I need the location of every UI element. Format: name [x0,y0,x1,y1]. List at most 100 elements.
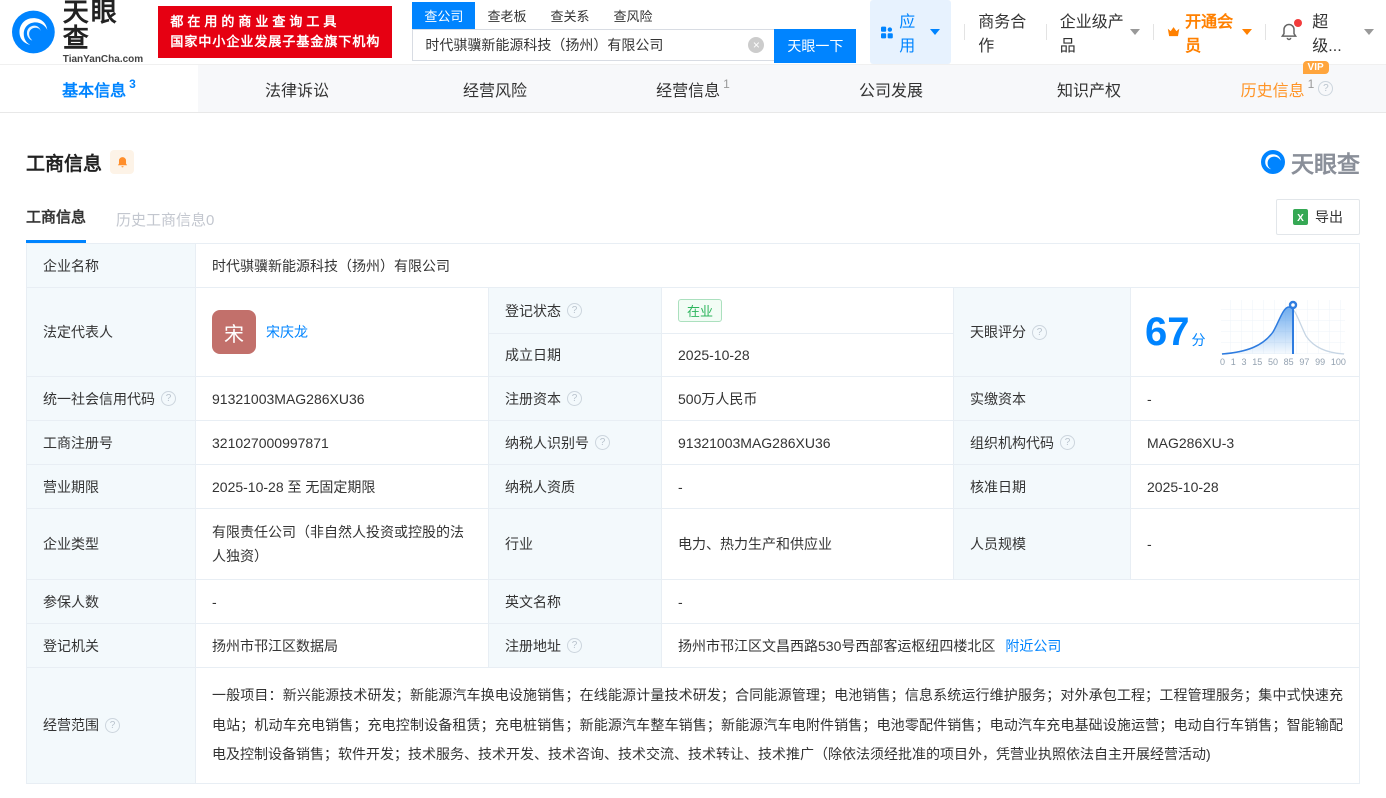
tab-count: 1 [723,77,730,91]
tianyancha-logo[interactable]: 天眼查 TianYanCha.com [12,0,144,65]
search-input[interactable] [412,29,774,61]
reg-status-value: 在业 [662,288,953,333]
table-row: 参保人数 - 英文名称 - [27,580,1359,624]
open-vip-menu[interactable]: 开通会员 [1167,8,1252,56]
help-icon[interactable]: ? [567,391,582,406]
business-cooperation-link[interactable]: 商务合作 [978,8,1033,56]
crown-icon [1167,25,1180,39]
main-content: 工商信息 天眼查 工商信息 历史工商信息0 X 导出 [0,145,1386,784]
tab-label: 历史信息 [1241,77,1305,101]
subtab-history-business-info[interactable]: 历史工商信息0 [116,209,214,243]
address-text: 扬州市邗江区文昌西路530号西部客运枢纽四楼北区 [678,636,995,656]
notification-dot [1294,19,1302,27]
nearby-companies-link[interactable]: 附近公司 [1005,636,1061,656]
company-name-value: 时代骐骥新能源科技（扬州）有限公司 [196,244,1359,287]
subtab-business-info[interactable]: 工商信息 [26,206,86,243]
tab-operating-risk[interactable]: 经营风险 [396,65,594,112]
section-title: 工商信息 [26,149,102,176]
table-row: 营业期限 2025-10-28 至 无固定期限 纳税人资质 - 核准日期 202… [27,465,1359,509]
tab-label: 法律诉讼 [265,77,329,101]
credit-code-label: 统一社会信用代码 ? [27,377,196,420]
divider [1046,24,1047,40]
caret-down-icon[interactable] [1364,29,1374,35]
subscribe-bell-button[interactable] [110,150,134,174]
label-text: 注册地址 [505,636,561,656]
approval-date-value: 2025-10-28 [1131,465,1359,508]
help-icon[interactable]: ? [595,435,610,450]
reg-authority-label: 登记机关 [27,624,196,667]
svg-text:X: X [1297,213,1304,224]
org-code-value: MAG286XU-3 [1131,421,1359,464]
banner-line1: 都在用的商业查询工具 [170,12,380,32]
clear-search-icon[interactable]: × [748,37,764,53]
super-vip-label: 超级... [1312,8,1351,56]
help-icon[interactable]: ? [1318,81,1333,96]
search-tab-relation[interactable]: 查关系 [538,2,601,29]
table-row: 企业名称 时代骐骥新能源科技（扬州）有限公司 [27,244,1359,288]
search-button[interactable]: 天眼一下 [774,29,856,63]
logo-text-en: TianYanCha.com [63,54,145,65]
enterprise-products-menu[interactable]: 企业级产品 [1060,8,1140,56]
search-tabs: 查公司 查老板 查关系 查风险 [412,2,856,29]
divider [1153,24,1154,40]
notifications-bell[interactable] [1279,22,1299,42]
profile-tab-bar: 基本信息 3 法律诉讼 经营风险 经营信息 1 公司发展 知识产权 历史信息 V… [0,64,1386,113]
taxpayer-id-value: 91321003MAG286XU36 [662,421,954,464]
tab-legal-litigation[interactable]: 法律诉讼 [198,65,396,112]
credit-code-value: 91321003MAG286XU36 [196,377,489,420]
tab-operating-info[interactable]: 经营信息 1 [594,65,792,112]
tab-intellectual-property[interactable]: 知识产权 [990,65,1188,112]
company-name-label: 企业名称 [27,244,196,287]
watermark-text: 天眼查 [1291,145,1360,179]
business-term-value: 2025-10-28 至 无固定期限 [196,465,489,508]
establish-date-value: 2025-10-28 [662,334,953,376]
vip-label: 开通会员 [1185,8,1237,56]
company-type-label: 企业类型 [27,509,196,579]
table-row: 经营范围 ? 一般项目：新兴能源技术研发；新能源汽车换电设施销售；在线能源计量技… [27,668,1359,783]
search-tab-boss[interactable]: 查老板 [475,2,538,29]
company-type-value: 有限责任公司（非自然人投资或控股的法人独资） [196,509,489,579]
tab-company-development[interactable]: 公司发展 [792,65,990,112]
business-info-table: 企业名称 时代骐骥新能源科技（扬州）有限公司 法定代表人 宋 宋庆龙 登记状态 … [26,243,1360,784]
logo-text-cn: 天眼查 [63,0,145,51]
help-icon[interactable]: ? [567,303,582,318]
help-icon[interactable]: ? [1060,435,1075,450]
header-right-nav: 应用 商务合作 企业级产品 开通会员 超级.. [870,0,1374,64]
excel-icon: X [1293,209,1308,225]
tab-count: 3 [129,77,136,91]
status-badge: 在业 [678,299,722,322]
apps-menu[interactable]: 应用 [870,0,951,64]
paid-capital-label: 实缴资本 [954,377,1131,420]
label-text: 组织机构代码 [970,433,1054,453]
business-term-label: 营业期限 [27,465,196,508]
tab-history-info[interactable]: 历史信息 VIP 1 ? [1188,65,1386,112]
banner-line2: 国家中小企业发展子基金旗下机构 [170,32,380,52]
score-unit: 分 [1192,332,1206,348]
export-label: 导出 [1315,207,1343,227]
help-icon[interactable]: ? [567,638,582,653]
search-tab-company[interactable]: 查公司 [412,2,475,29]
reg-number-value: 321027000997871 [196,421,489,464]
table-row: 法定代表人 宋 宋庆龙 登记状态 ? 在业 成立日期 2025-10-2 [27,288,1359,377]
reg-address-value: 扬州市邗江区文昌西路530号西部客运枢纽四楼北区 附近公司 [662,624,1359,667]
reg-number-label: 工商注册号 [27,421,196,464]
label-text: 纳税人识别号 [505,433,589,453]
top-header: 天眼查 TianYanCha.com 都在用的商业查询工具 国家中小企业发展子基… [0,0,1386,64]
tab-basic-info[interactable]: 基本信息 3 [0,65,198,112]
label-text: 登记状态 [505,301,561,321]
tab-label: 经营风险 [463,77,527,101]
label-text: 天眼评分 [970,322,1026,342]
reg-capital-label: 注册资本 ? [489,377,662,420]
super-vip-menu[interactable]: 超级... [1312,8,1351,56]
score-label: 天眼评分 ? [954,288,1131,376]
reg-authority-value: 扬州市邗江区数据局 [196,624,489,667]
help-icon[interactable]: ? [1032,325,1047,340]
help-icon[interactable]: ? [161,391,176,406]
tab-count: 1 [1308,77,1315,91]
help-icon[interactable]: ? [105,718,120,733]
legal-rep-avatar[interactable]: 宋 [212,310,256,354]
export-button[interactable]: X 导出 [1276,199,1360,235]
search-tab-risk[interactable]: 查风险 [601,2,664,29]
legal-rep-link[interactable]: 宋庆龙 [266,322,308,342]
score-distribution-chart: 0131550859799100 [1219,298,1347,367]
